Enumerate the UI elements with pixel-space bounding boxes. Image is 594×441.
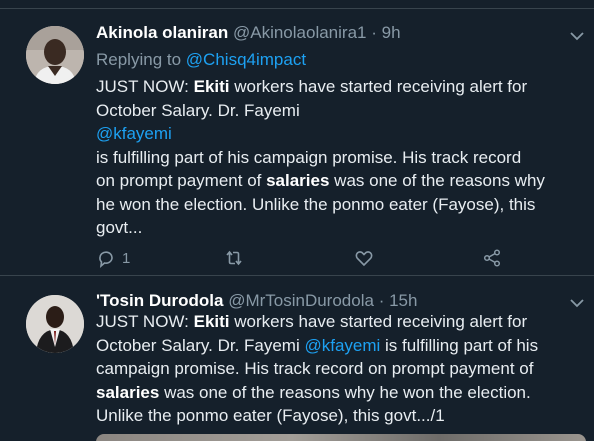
text-line: govt... [96, 218, 143, 237]
tweet-text: JUST NOW: Ekiti workers have started rec… [96, 75, 584, 240]
avatar-photo [26, 295, 84, 353]
avatar-photo [26, 26, 84, 84]
retweet-icon [226, 250, 242, 266]
tweet[interactable]: Akinola olaniran @Akinolaolanira1 · 9h R… [0, 9, 594, 275]
text-line: JUST NOW: Ekiti workers have started rec… [96, 77, 528, 96]
replying-to-link[interactable]: @Chisq4impact [186, 50, 306, 69]
text-line: JUST NOW: Ekiti workers have started rec… [96, 312, 528, 331]
media-preview[interactable] [96, 434, 586, 441]
tweet-header: 'Tosin Durodola @MrTosinDurodola · 15h [96, 291, 417, 311]
like-button[interactable] [354, 247, 380, 269]
text-line: on prompt payment of salaries was one of… [96, 171, 545, 190]
mention-link[interactable]: @kfayemi [304, 336, 380, 355]
timestamp[interactable]: 9h [382, 23, 401, 42]
separator-dot: · [378, 291, 385, 310]
author-name[interactable]: 'Tosin Durodola [96, 291, 223, 310]
reply-icon [99, 251, 113, 268]
text-line: campaign promise. His track record on pr… [96, 359, 534, 378]
text-line: is fulfilling part of his campaign promi… [96, 147, 522, 167]
author-name[interactable]: Akinola olaniran [96, 23, 228, 42]
author-handle[interactable]: @MrTosinDurodola [228, 291, 374, 310]
text-line: October Salary. Dr. Fayemi [96, 100, 300, 120]
timestamp[interactable]: 15h [389, 291, 417, 310]
avatar[interactable] [26, 295, 84, 353]
avatar[interactable] [26, 26, 84, 84]
retweet-button[interactable] [224, 247, 250, 269]
tweet-actions: 1 [96, 247, 516, 271]
replying-prefix: Replying to [96, 50, 182, 69]
tweet-header: Akinola olaniran @Akinolaolanira1 · 9h [96, 23, 401, 43]
text-line: October Salary. Dr. Fayemi @kfayemi is f… [96, 335, 539, 355]
mention-link[interactable]: @kfayemi [96, 124, 172, 143]
tweet[interactable]: 'Tosin Durodola @MrTosinDurodola · 15h J… [0, 275, 594, 441]
tweet-text: JUST NOW: Ekiti workers have started rec… [96, 310, 584, 428]
text-line: Unlike the ponmo eater (Fayose), this go… [96, 406, 445, 425]
reply-count: 1 [122, 249, 131, 267]
text-line: @kfayemi [96, 122, 584, 146]
like-icon [355, 251, 373, 267]
replying-to: Replying to @Chisq4impact [96, 50, 306, 70]
text-line: salaries was one of the reasons why he w… [96, 382, 531, 402]
text-line: he won the election. Unlike the ponmo ea… [96, 194, 536, 214]
chevron-down-icon[interactable] [570, 298, 584, 308]
separator-dot: · [371, 23, 377, 42]
author-handle[interactable]: @Akinolaolanira1 [233, 23, 367, 42]
share-button[interactable] [482, 247, 502, 269]
reply-button[interactable]: 1 [96, 247, 130, 269]
share-icon [483, 249, 501, 267]
chevron-down-icon[interactable] [570, 31, 584, 41]
